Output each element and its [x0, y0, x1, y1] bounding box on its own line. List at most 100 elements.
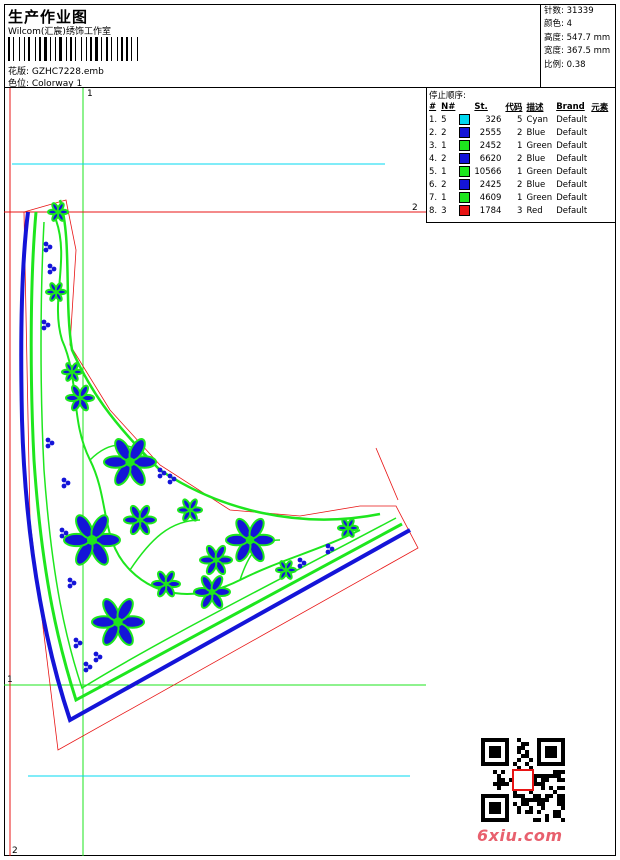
qr-module [497, 778, 501, 782]
berry [167, 479, 173, 485]
legend-cell: 1. [429, 114, 438, 125]
qr-module [545, 794, 549, 798]
legend-cell [589, 178, 610, 191]
qr-module [561, 770, 565, 774]
barcode [8, 37, 154, 61]
qr-module [557, 778, 561, 782]
color-swatch [459, 127, 471, 138]
qr-module [541, 774, 545, 778]
berry [51, 266, 57, 272]
berry [73, 643, 79, 649]
legend-cell: 4. [429, 153, 438, 164]
qr-module [537, 818, 541, 822]
berry [63, 530, 69, 536]
qr-module [533, 794, 537, 798]
berry [297, 563, 303, 569]
stat-row: 比例: 0.38 [544, 59, 586, 70]
header: 生产作业图 Wilcom(汇宸)绣饰工作室 花版: GZHC7228.emb 色… [4, 4, 616, 89]
berry [65, 480, 71, 486]
qr-module [501, 782, 505, 786]
berry [83, 667, 89, 673]
qr-module [525, 754, 529, 758]
qr-module [525, 762, 529, 766]
legend-cell: 1 [441, 140, 447, 151]
legend-cell: 10566 [474, 166, 502, 177]
legend-cell: Default [556, 114, 588, 125]
stat-row: 针数: 31339 [544, 6, 594, 16]
legend-cell: Green [526, 192, 553, 203]
qr-module [561, 806, 565, 810]
qr-module [533, 818, 537, 822]
qr-module [517, 746, 521, 750]
legend-cell: 2. [429, 127, 438, 138]
berry [45, 443, 51, 449]
legend-cell [589, 113, 610, 126]
berry [93, 657, 99, 663]
qr-module [513, 794, 517, 798]
col-header: 描述 [526, 102, 544, 113]
col-header: 元素 [591, 102, 609, 113]
berry [67, 583, 73, 589]
berry [41, 319, 47, 325]
legend-row: 2. 2 2555 2 Blue Default [427, 126, 610, 139]
legend-cell: Default [556, 166, 588, 177]
legend-row: 3. 1 2452 1 Green Default [427, 139, 610, 152]
legend-row: 5. 1 10566 1 Green Default [427, 165, 610, 178]
qr-module [521, 802, 525, 806]
qr-module [549, 794, 553, 798]
qr-module [521, 742, 525, 746]
qr-module [557, 774, 561, 778]
legend-cell [589, 126, 610, 139]
qr-module [493, 782, 497, 786]
qr-module [553, 770, 557, 774]
stat-row: 高度: 547.7 mm [544, 32, 611, 43]
berry [47, 244, 53, 250]
legend-cell: Default [556, 153, 588, 164]
green-inner-edge [58, 199, 381, 521]
qr-module [541, 778, 545, 782]
qr-module [521, 754, 525, 758]
legend-cell: Default [556, 205, 588, 216]
berry [45, 322, 51, 328]
berry [71, 580, 77, 586]
legend-cell: 1 [517, 166, 523, 177]
qr-module [545, 774, 549, 778]
legend-row: 8. 3 1784 3 Red Default [427, 204, 610, 217]
qr-module [553, 814, 557, 818]
qr-module [517, 810, 521, 814]
berry [49, 440, 55, 446]
green-border-outer [29, 211, 403, 703]
legend-cell: Default [556, 192, 588, 203]
berry [329, 546, 335, 552]
color-swatch [459, 166, 471, 177]
qr-module [529, 806, 533, 810]
qr-module [553, 790, 557, 794]
berry [47, 269, 53, 275]
qr-module [517, 738, 521, 742]
qr-module [513, 762, 517, 766]
qr-module [541, 806, 545, 810]
berry [61, 477, 67, 483]
qr-module [541, 786, 545, 790]
legend-cell: 2 [517, 127, 523, 138]
legend-row: 7. 1 4609 1 Green Default [427, 191, 610, 204]
color-swatch [459, 114, 471, 125]
legend-cell: Default [556, 140, 588, 151]
red-outline-tick [375, 447, 399, 501]
berry [157, 467, 163, 473]
legend-row: 1. 5 326 5 Cyan Default [427, 113, 610, 126]
berry [67, 577, 73, 583]
legend-cell: Blue [526, 153, 546, 164]
flower-motif [122, 504, 158, 536]
berry [161, 470, 167, 476]
legend-cell: 1 [441, 192, 447, 203]
legend-cell: 4609 [479, 192, 502, 203]
qr-module [525, 750, 529, 754]
legend-cell: 6620 [479, 153, 502, 164]
qr-module [541, 802, 545, 806]
qr-module [517, 750, 521, 754]
swatch-cell [457, 152, 472, 165]
berry [41, 325, 47, 331]
color-sequence-table: # N# St. 代码 描述 Brand 元素 1. 5 326 5 Cyan Defau… [427, 100, 610, 217]
color-sequence-legend: 停止顺序: # N# St. 代码 描述 Brand 元素 1. 5 326 5 Cya… [426, 88, 616, 223]
